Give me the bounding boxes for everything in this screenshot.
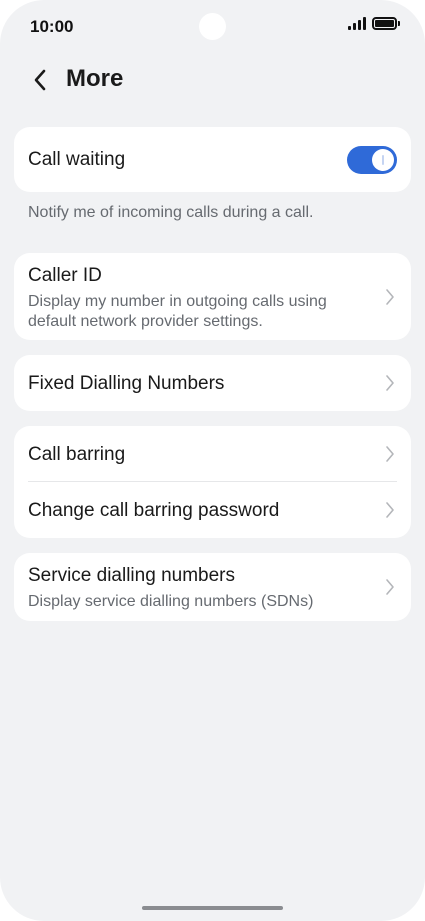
caller-id-label: Caller ID: [28, 265, 102, 286]
caller-id-card: Caller ID Display my number in outgoing …: [14, 253, 411, 340]
call-waiting-card: Call waiting: [14, 127, 411, 192]
call-barring-label: Call barring: [28, 444, 126, 465]
service-dialling-card: Service dialling numbers Display service…: [14, 553, 411, 621]
chevron-right-icon: [386, 289, 394, 305]
page-title: More: [66, 65, 124, 92]
change-barring-password-label: Change call barring password: [28, 500, 280, 521]
chevron-right-icon: [386, 375, 394, 391]
front-camera: [199, 13, 226, 40]
home-indicator[interactable]: [142, 906, 283, 910]
fixed-dialling-card: Fixed Dialling Numbers: [14, 355, 411, 411]
change-barring-password-row[interactable]: Change call barring password: [14, 482, 411, 538]
back-button[interactable]: [26, 66, 54, 94]
chevron-right-icon: [386, 502, 394, 518]
status-icons: [348, 17, 400, 30]
call-barring-row[interactable]: Call barring: [14, 426, 411, 482]
battery-icon: [372, 17, 400, 30]
phone-screen: 10:00 More Call waiting Notify me of inc…: [0, 0, 425, 921]
service-dialling-label: Service dialling numbers: [28, 565, 235, 586]
fixed-dialling-row[interactable]: Fixed Dialling Numbers: [14, 355, 411, 411]
chevron-right-icon: [386, 446, 394, 462]
status-time: 10:00: [30, 17, 74, 36]
status-bar: 10:00: [0, 0, 425, 56]
service-dialling-row[interactable]: Service dialling numbers Display service…: [14, 553, 411, 621]
caller-id-row[interactable]: Caller ID Display my number in outgoing …: [14, 253, 411, 340]
call-waiting-toggle[interactable]: [347, 146, 397, 174]
toggle-knob: [372, 149, 394, 171]
caller-id-subtitle: Display my number in outgoing calls usin…: [28, 293, 327, 330]
signal-icon: [348, 17, 366, 30]
header: More: [0, 56, 425, 104]
call-waiting-description: Notify me of incoming calls during a cal…: [28, 204, 314, 221]
call-waiting-row[interactable]: Call waiting: [14, 127, 411, 192]
fixed-dialling-label: Fixed Dialling Numbers: [28, 373, 225, 394]
service-dialling-subtitle: Display service dialling numbers (SDNs): [28, 593, 314, 610]
call-waiting-label: Call waiting: [28, 149, 126, 170]
chevron-right-icon: [386, 579, 394, 595]
chevron-left-icon: [34, 69, 46, 91]
call-barring-card: Call barring Change call barring passwor…: [14, 426, 411, 538]
